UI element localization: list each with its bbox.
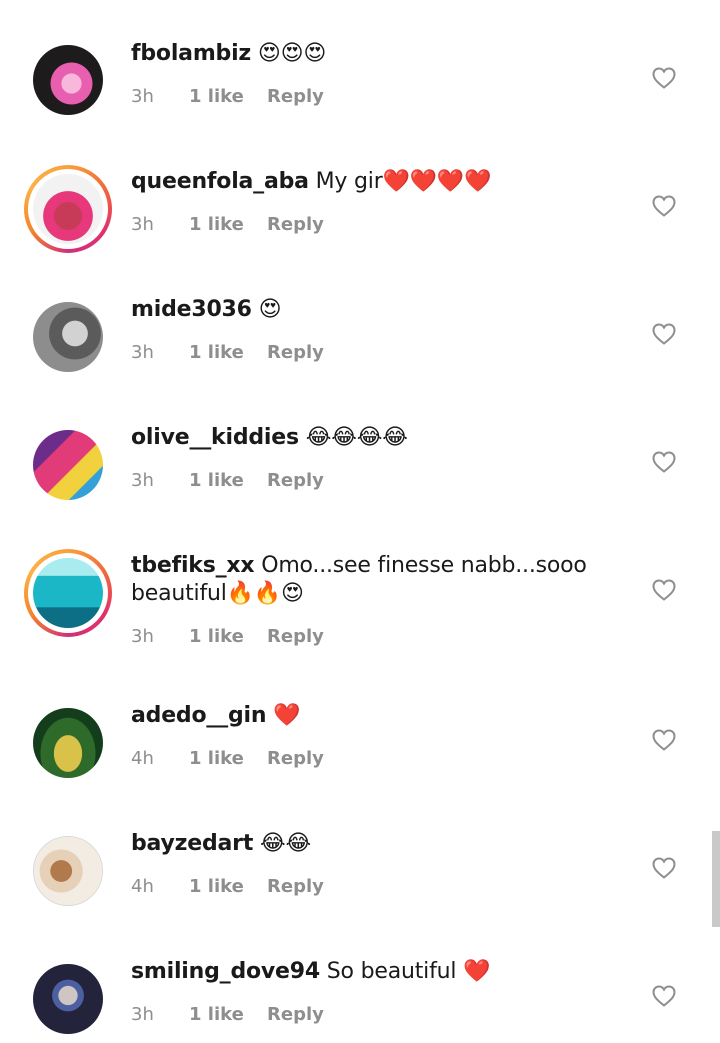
comment-emoji: 😂😂 — [259, 831, 311, 856]
avatar-image — [33, 45, 103, 115]
avatar[interactable] — [33, 964, 103, 1034]
reply-button[interactable]: Reply — [267, 1004, 324, 1025]
comment-text: fbolambiz 😍😍😍 — [131, 40, 611, 68]
comment-body — [251, 41, 258, 66]
reply-button[interactable]: Reply — [267, 86, 324, 107]
comment-time: 3h — [131, 470, 154, 491]
comment-likes[interactable]: 1 like — [189, 86, 267, 107]
comment-likes[interactable]: 1 like — [189, 214, 267, 235]
comment-username[interactable]: fbolambiz — [131, 41, 251, 66]
comment-username[interactable]: tbefiks_xx — [131, 553, 255, 578]
comment-time: 3h — [131, 342, 154, 363]
comment-likes[interactable]: 1 like — [189, 470, 267, 491]
comment-time: 3h — [131, 626, 154, 647]
avatar-image — [34, 837, 102, 905]
heart-outline-icon[interactable] — [652, 579, 676, 601]
comment-emoji: 😍 — [258, 297, 282, 322]
reply-button[interactable]: Reply — [267, 342, 324, 363]
avatar[interactable] — [33, 836, 103, 906]
avatar-story-ring[interactable] — [24, 165, 112, 253]
heart-outline-icon[interactable] — [652, 67, 676, 89]
comment-likes[interactable]: 1 like — [189, 876, 267, 897]
avatar-image — [33, 302, 103, 372]
avatar[interactable] — [33, 430, 103, 500]
comment-meta: 3h 1 like Reply — [131, 470, 324, 491]
reply-button[interactable]: Reply — [267, 748, 324, 769]
scrollbar-thumb[interactable] — [712, 831, 720, 927]
heart-outline-icon[interactable] — [652, 985, 676, 1007]
avatar-image — [33, 174, 103, 244]
comment-meta: 3h 1 like Reply — [131, 342, 324, 363]
comment-text: mide3036 😍 — [131, 296, 611, 324]
heart-outline-icon[interactable] — [652, 729, 676, 751]
comment-meta: 3h 1 like Reply — [131, 214, 324, 235]
comment-body — [253, 831, 260, 856]
comment-time: 3h — [131, 214, 154, 235]
comment-time: 4h — [131, 876, 154, 897]
avatar-image — [33, 430, 103, 500]
comment-emoji: ❤️❤️❤️❤️ — [382, 169, 492, 194]
comment-meta: 3h 1 like Reply — [131, 86, 324, 107]
comment-text: olive__kiddies 😂😂😂😂 — [131, 424, 611, 452]
comment-emoji: 🔥🔥😍 — [226, 581, 304, 606]
avatar[interactable] — [33, 45, 103, 115]
comment-meta: 4h 1 like Reply — [131, 876, 324, 897]
heart-outline-icon[interactable] — [652, 323, 676, 345]
comment-meta: 3h 1 like Reply — [131, 1004, 324, 1025]
comment-time: 3h — [131, 1004, 154, 1025]
avatar-story-ring[interactable] — [24, 549, 112, 637]
comment-username[interactable]: olive__kiddies — [131, 425, 299, 450]
comment-text: bayzedart 😂😂 — [131, 830, 611, 858]
comment-username[interactable]: queenfola_aba — [131, 169, 309, 194]
reply-button[interactable]: Reply — [267, 626, 324, 647]
comment-emoji: ❤️ — [273, 703, 301, 728]
comment-likes[interactable]: 1 like — [189, 748, 267, 769]
avatar[interactable] — [33, 708, 103, 778]
comment-emoji: 😍😍😍 — [257, 41, 327, 66]
comment-text: queenfola_aba My gir❤️❤️❤️❤️ — [131, 168, 611, 196]
comment-username[interactable]: bayzedart — [131, 831, 253, 856]
comment-body: So beautiful — [320, 959, 464, 984]
avatar[interactable] — [33, 302, 103, 372]
avatar-image — [33, 964, 103, 1034]
heart-outline-icon[interactable] — [652, 195, 676, 217]
comment-body — [299, 425, 306, 450]
comment-body: My gir — [308, 169, 383, 194]
comment-meta: 3h 1 like Reply — [131, 626, 324, 647]
comment-emoji: ❤️ — [463, 959, 491, 984]
comment-emoji: 😂😂😂😂 — [305, 425, 408, 450]
comment-time: 4h — [131, 748, 154, 769]
comment-likes[interactable]: 1 like — [189, 1004, 267, 1025]
comment-meta: 4h 1 like Reply — [131, 748, 324, 769]
comment-likes[interactable]: 1 like — [189, 342, 267, 363]
reply-button[interactable]: Reply — [267, 214, 324, 235]
comment-username[interactable]: mide3036 — [131, 297, 252, 322]
comment-text: adedo__gin ❤️ — [131, 702, 611, 730]
heart-outline-icon[interactable] — [652, 451, 676, 473]
comment-body — [252, 297, 259, 322]
avatar-image — [33, 708, 103, 778]
comment-time: 3h — [131, 86, 154, 107]
comment-text: smiling_dove94 So beautiful ❤️ — [131, 958, 611, 986]
comment-username[interactable]: smiling_dove94 — [131, 959, 320, 984]
reply-button[interactable]: Reply — [267, 876, 324, 897]
avatar-image — [33, 558, 103, 628]
heart-outline-icon[interactable] — [652, 857, 676, 879]
comment-username[interactable]: adedo__gin — [131, 703, 267, 728]
comment-text: tbefiks_xx Omo...see finesse nabb...sooo… — [131, 552, 611, 608]
reply-button[interactable]: Reply — [267, 470, 324, 491]
comment-likes[interactable]: 1 like — [189, 626, 267, 647]
